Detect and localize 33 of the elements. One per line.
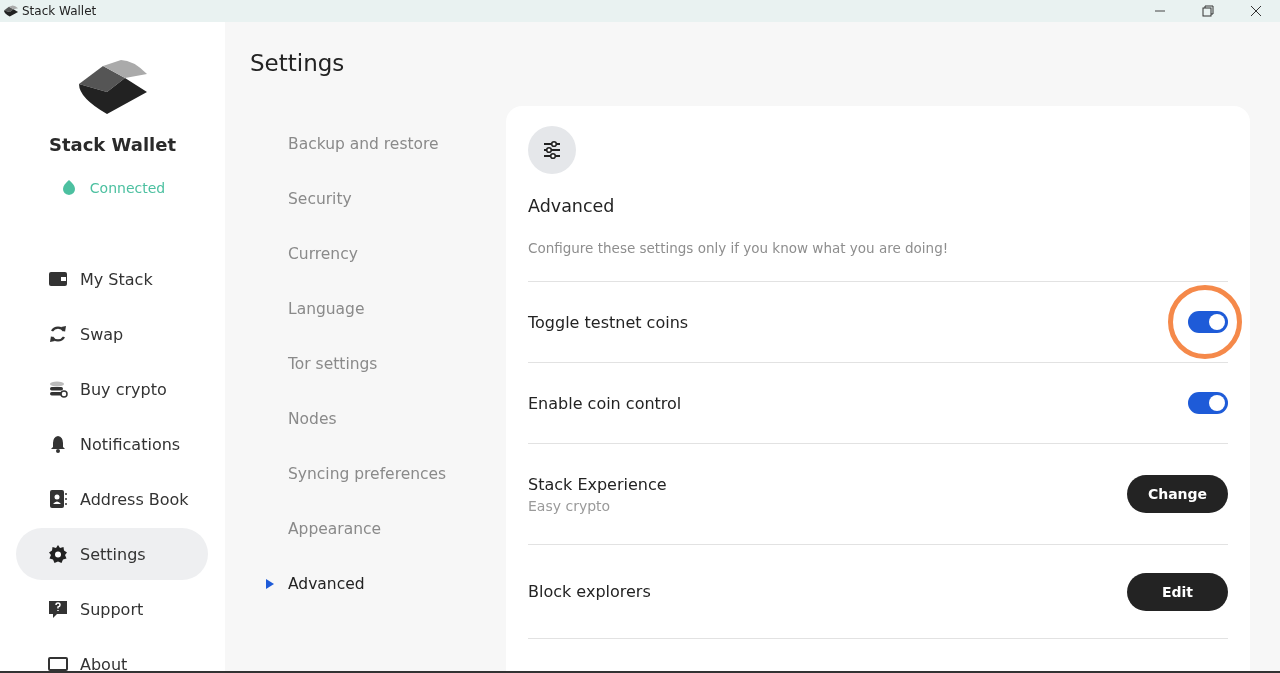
nav-item[interactable]: Address Book [16,473,208,525]
page-title: Settings [250,50,346,76]
coins-icon [48,379,68,399]
app-logo-icon [3,5,19,17]
contact-card-icon [48,489,68,509]
settings-menu-item[interactable]: Advanced [250,556,506,611]
panel-title: Advanced [528,196,616,216]
connection-status: Connected [89,180,166,196]
selected-triangle-icon [265,578,274,589]
setting-label: Block explorers [528,582,652,601]
setting-label: Stack Experience [528,474,668,494]
nav-item[interactable]: Buy crypto [16,363,208,415]
setting-label: Toggle testnet coins [528,312,690,332]
nav-item[interactable]: Settings [16,528,208,580]
action-button[interactable]: Change [1127,475,1228,513]
window-title: Stack Wallet [22,4,98,18]
toggle-switch[interactable] [1188,392,1228,414]
nav-item[interactable]: Support [16,583,208,635]
setting-value: Easy crypto [528,497,612,514]
nav-item[interactable]: Swap [16,308,208,360]
wallet-icon [48,269,68,289]
help-bubble-icon [48,599,68,619]
sliders-icon [528,126,576,174]
toggle-switch[interactable] [1188,311,1228,333]
action-button[interactable]: Edit [1127,572,1228,611]
nav-item[interactable]: Notifications [16,418,208,470]
nav-item[interactable]: About [16,638,208,671]
nav-item[interactable]: My Stack [16,253,208,305]
setting-label: Enable coin control [528,393,683,413]
panel-description: Configure these settings only if you know what you are doing! [528,240,950,256]
swap-icon [48,324,68,344]
app-name: Stack Wallet [48,134,177,155]
settings-icon [48,544,68,564]
